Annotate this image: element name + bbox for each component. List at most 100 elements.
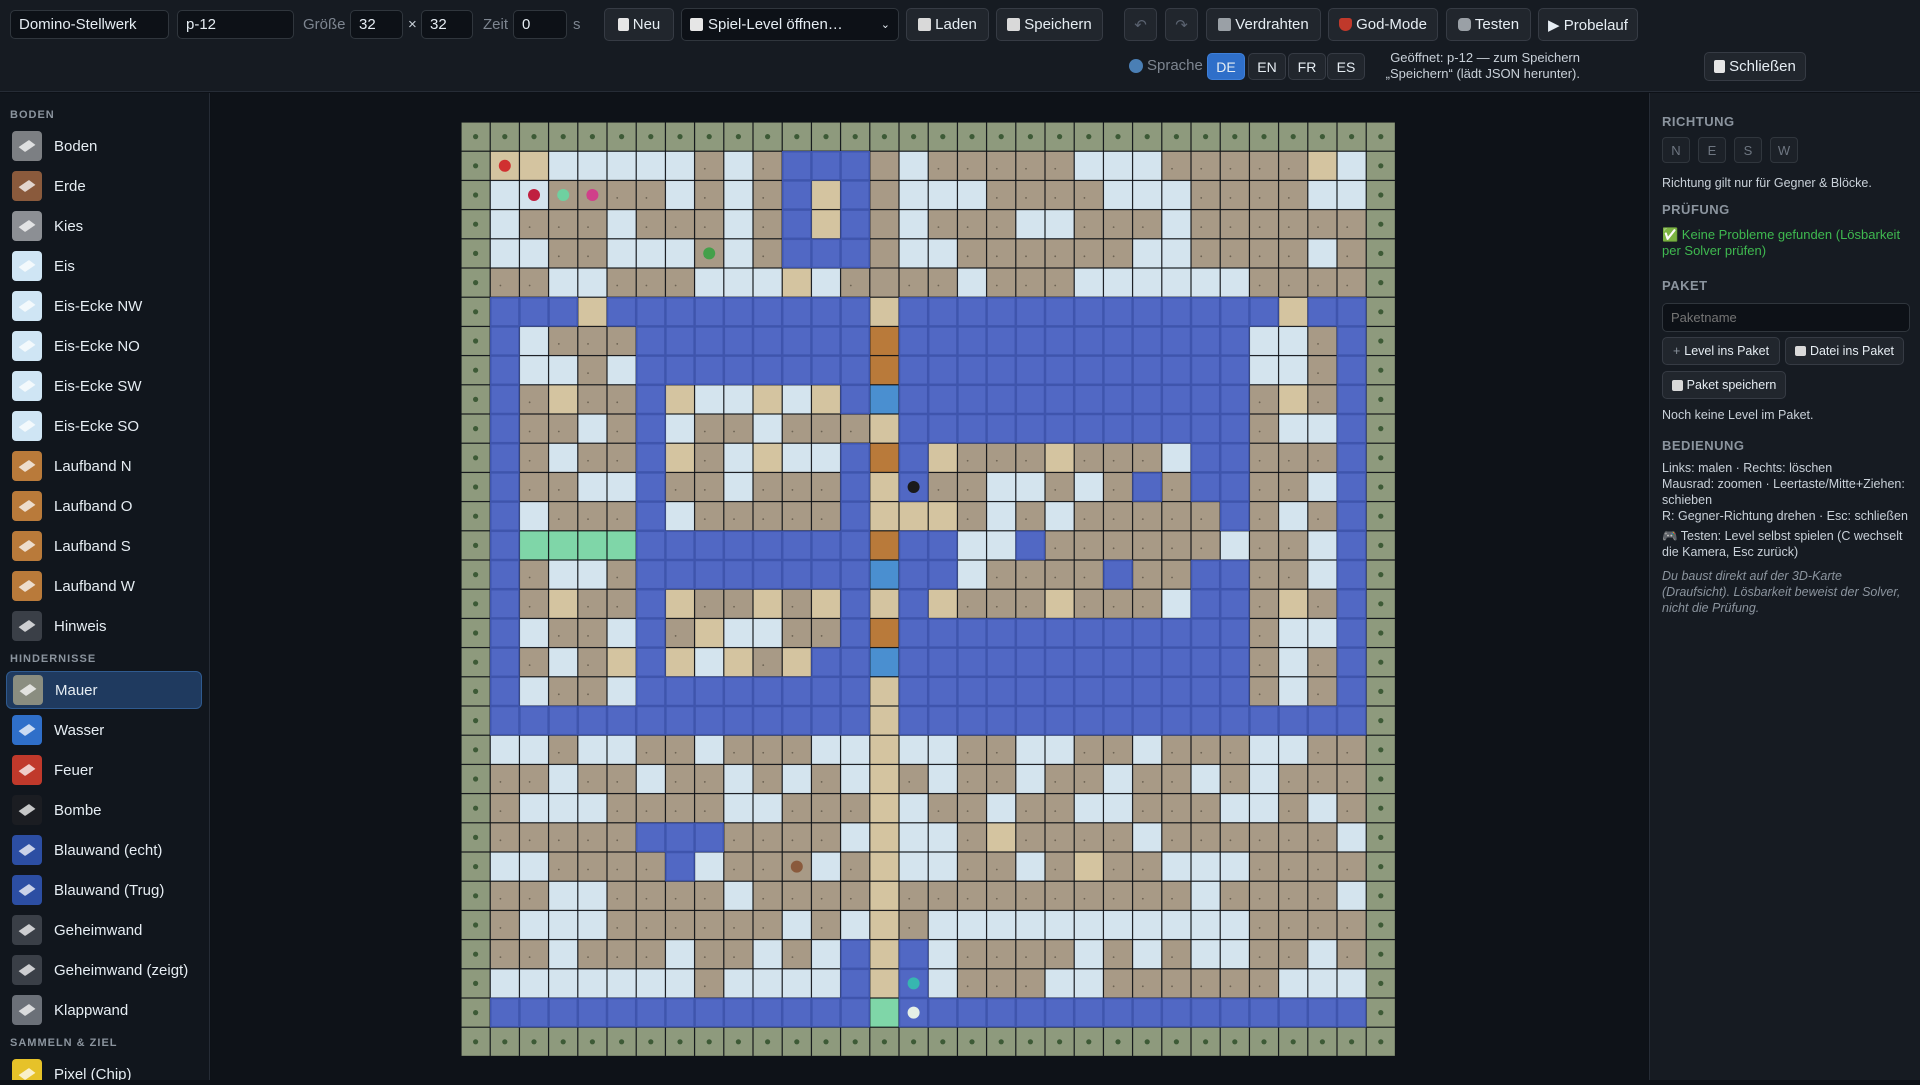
map-tile[interactable] <box>782 822 812 852</box>
map-tile[interactable] <box>869 472 899 502</box>
map-tile[interactable] <box>1249 997 1279 1028</box>
map-tile[interactable] <box>1161 501 1191 531</box>
map-tile[interactable] <box>694 618 724 648</box>
map-tile[interactable] <box>665 881 695 911</box>
direction-n-button[interactable]: N <box>1662 137 1690 163</box>
map-tile[interactable] <box>723 355 754 386</box>
map-tile[interactable] <box>1191 881 1221 911</box>
map-tile[interactable] <box>1103 618 1133 648</box>
map-tile[interactable] <box>1278 414 1308 444</box>
map-tile[interactable] <box>635 413 666 444</box>
map-tile[interactable] <box>1074 910 1104 940</box>
map-tile[interactable] <box>1103 676 1133 707</box>
map-tile[interactable] <box>1308 530 1337 560</box>
map-tile[interactable] <box>840 238 871 269</box>
map-tile[interactable] <box>986 296 1017 327</box>
map-tile[interactable] <box>1308 355 1337 385</box>
map-tile[interactable] <box>1132 209 1162 239</box>
map-tile[interactable] <box>957 501 987 531</box>
map-tile[interactable] <box>1336 384 1367 415</box>
map-tile[interactable] <box>752 676 783 707</box>
map-tile[interactable] <box>1132 180 1162 210</box>
map-tile[interactable] <box>1103 881 1133 911</box>
map-tile[interactable] <box>1015 296 1046 327</box>
map-tile[interactable] <box>1337 209 1367 239</box>
map-tile[interactable] <box>840 150 871 181</box>
map-tile[interactable] <box>635 530 666 561</box>
map-tile[interactable] <box>928 268 958 298</box>
map-tile[interactable] <box>548 910 578 940</box>
map-tile[interactable] <box>898 559 929 590</box>
map-tile[interactable] <box>1103 705 1133 736</box>
map-tile[interactable] <box>1336 355 1367 386</box>
map-tile[interactable] <box>665 997 695 1028</box>
map-tile[interactable] <box>665 384 695 414</box>
map-tile[interactable] <box>1045 209 1075 239</box>
map-tile[interactable] <box>694 384 724 414</box>
map-tile[interactable] <box>636 881 666 911</box>
map-tile[interactable] <box>1249 560 1279 590</box>
map-tile[interactable] <box>607 939 637 969</box>
map-tile[interactable] <box>986 910 1016 940</box>
direction-w-button[interactable]: W <box>1770 137 1798 163</box>
map-tile[interactable] <box>1278 209 1308 239</box>
map-tile[interactable] <box>1161 764 1191 794</box>
map-tile[interactable] <box>1278 910 1308 940</box>
map-tile[interactable] <box>723 910 753 940</box>
map-tile[interactable] <box>1219 997 1250 1028</box>
map-tile[interactable] <box>1015 443 1045 473</box>
map-tile[interactable] <box>694 589 724 619</box>
map-tile[interactable] <box>694 647 724 677</box>
map-tile[interactable] <box>1132 413 1163 444</box>
map-tile[interactable] <box>811 501 841 531</box>
map-tile[interactable] <box>548 881 578 911</box>
map-tile[interactable] <box>607 560 637 590</box>
map-tile[interactable] <box>1308 326 1337 356</box>
map-tile[interactable] <box>986 735 1016 765</box>
map-tile[interactable] <box>1191 501 1221 531</box>
map-tile[interactable] <box>1336 501 1367 532</box>
palette-item-laufband-o[interactable]: Laufband O <box>6 487 202 525</box>
map-tile[interactable] <box>869 881 899 911</box>
map-tile[interactable] <box>1219 384 1250 415</box>
map-tile[interactable] <box>811 355 841 386</box>
map-tile[interactable] <box>1132 939 1162 969</box>
map-tile[interactable] <box>519 618 549 648</box>
map-tile[interactable] <box>753 268 783 298</box>
map-tile[interactable] <box>694 414 724 444</box>
map-tile[interactable] <box>665 968 695 998</box>
level-id-input[interactable] <box>177 10 294 39</box>
map-tile[interactable] <box>811 735 841 765</box>
map-tile[interactable] <box>1219 618 1250 648</box>
map-tile[interactable] <box>1219 296 1250 327</box>
map-tile[interactable] <box>723 822 753 852</box>
map-tile[interactable] <box>519 793 549 823</box>
map-tile[interactable] <box>869 414 899 444</box>
map-tile[interactable] <box>1103 443 1133 473</box>
map-tile[interactable] <box>489 705 520 736</box>
map-tile[interactable] <box>1161 910 1191 940</box>
map-tile[interactable] <box>1191 530 1221 560</box>
map-tile[interactable] <box>1249 268 1279 298</box>
map-tile[interactable] <box>636 735 666 765</box>
map-tile[interactable] <box>869 822 899 852</box>
map-tile[interactable] <box>665 472 695 502</box>
map-tile[interactable] <box>986 618 1017 648</box>
map-tile[interactable] <box>665 764 695 794</box>
map-tile[interactable] <box>1161 413 1192 444</box>
map-tile[interactable] <box>1044 326 1075 356</box>
map-tile[interactable] <box>1074 560 1104 590</box>
map-tile[interactable] <box>577 384 607 414</box>
map-tile[interactable] <box>723 209 753 239</box>
map-tile[interactable] <box>489 501 520 532</box>
map-tile[interactable] <box>1249 647 1279 677</box>
map-tile[interactable] <box>1103 647 1133 678</box>
map-tile[interactable] <box>519 589 549 619</box>
map-tile[interactable] <box>811 209 841 239</box>
map-tile[interactable] <box>519 910 549 940</box>
map-tile[interactable] <box>1132 618 1163 648</box>
map-tile[interactable] <box>636 151 666 181</box>
map-tile[interactable] <box>1278 735 1308 765</box>
map-tile[interactable] <box>489 618 520 648</box>
map-tile[interactable] <box>1337 939 1367 969</box>
